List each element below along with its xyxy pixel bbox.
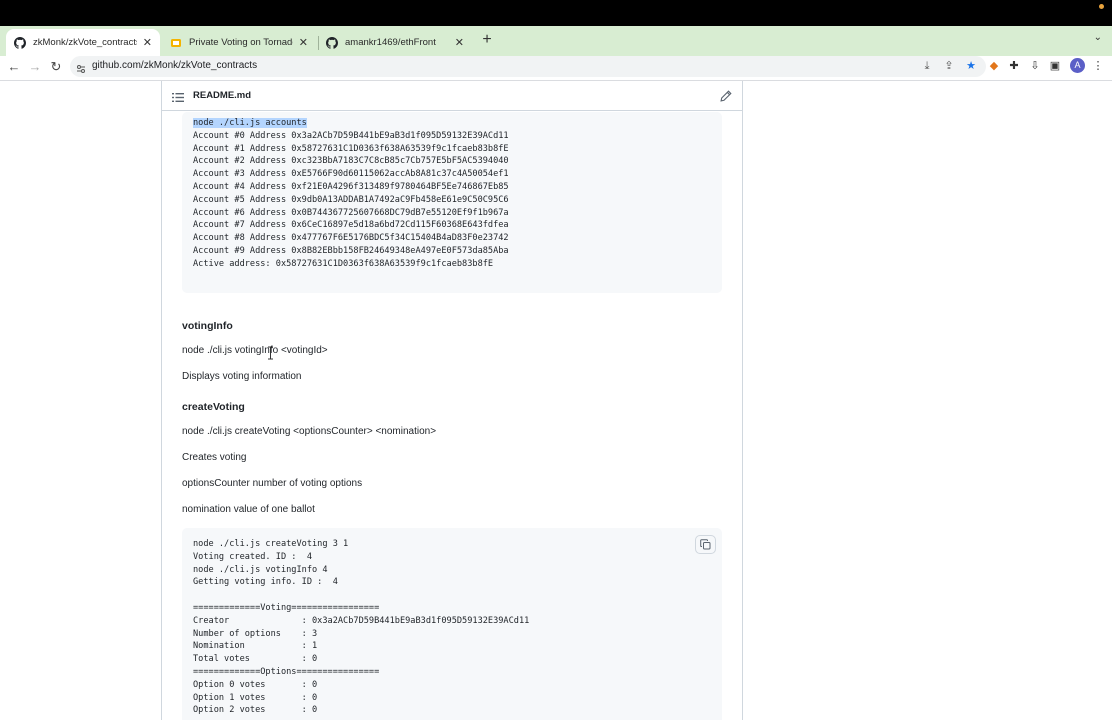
address-bar[interactable]: github.com/zkMonk/zkVote_contracts ⤓ ⇪ ★	[70, 56, 986, 77]
tab-private-voting[interactable]: Private Voting on Tornado Ca ✕	[162, 29, 316, 56]
code-line: Option 1 votes : 0	[193, 692, 318, 703]
github-icon	[14, 36, 26, 49]
code-line: Total votes : 0	[193, 654, 318, 665]
menu-kebab-icon[interactable]: ⋮	[1091, 59, 1105, 73]
code-line: node ./cli.js createVoting 3 1	[193, 539, 349, 549]
section-heading-createvoting: createVoting	[182, 401, 245, 413]
param-options-counter: optionsCounter number of voting options	[182, 478, 363, 489]
code-line: Active address: 0x58727631C1D0363f638A63…	[193, 258, 494, 269]
code-block-create-voting: node ./cli.js createVoting 3 1 Voting cr…	[182, 528, 722, 720]
status-dot	[1099, 4, 1104, 9]
code-line: Account #3 Address 0xE5766F90d60115062ac…	[193, 169, 509, 180]
forward-icon[interactable]: →	[26, 58, 44, 76]
code-line: Account #6 Address 0x0B744367725607668DC…	[193, 207, 509, 218]
share-icon[interactable]: ⇪	[942, 59, 956, 73]
selected-text: node ./cli.js accounts	[193, 118, 307, 128]
createvoting-command: node ./cli.js createVoting <optionsCount…	[182, 426, 437, 437]
copy-icon	[700, 539, 711, 550]
extensions-icon[interactable]: ✚	[1007, 59, 1021, 73]
os-menu-bar	[0, 0, 1112, 26]
tab-label: amankr1469/ethFront	[345, 37, 436, 48]
code-line: Voting created. ID : 4	[193, 551, 312, 562]
code-line: =============Options================	[193, 667, 380, 677]
votinginfo-description: Displays voting information	[182, 371, 302, 382]
readme-header: README.md	[162, 81, 742, 111]
url-text: github.com/zkMonk/zkVote_contracts	[92, 60, 258, 71]
readme-filename: README.md	[193, 90, 252, 101]
code-line: Account #7 Address 0x6CeC16897e5d18a6bd7…	[193, 220, 509, 231]
code-block-accounts: node ./cli.js accounts Account #0 Addres…	[182, 112, 722, 293]
slides-icon	[170, 37, 182, 49]
code-line: node ./cli.js votingInfo 4	[193, 564, 328, 575]
section-heading-votinginfo: votingInfo	[182, 320, 233, 332]
createvoting-description: Creates voting	[182, 452, 247, 463]
code-line: Option 2 votes : 0	[193, 705, 318, 716]
code-line: Getting voting info. ID : 4	[193, 577, 338, 588]
code-line: Account #1 Address 0x58727631C1D0363f638…	[193, 143, 509, 154]
bookmark-star-icon[interactable]: ★	[964, 59, 978, 73]
close-icon[interactable]: ✕	[299, 36, 308, 49]
code-line: Number of options : 3	[193, 628, 318, 639]
download-icon[interactable]: ⇩	[1028, 59, 1042, 73]
code-line: Option 0 votes : 0	[193, 679, 318, 690]
back-icon[interactable]: ←	[5, 58, 23, 76]
install-icon[interactable]: ⤓	[920, 59, 934, 73]
code-line: Account #2 Address 0xc323BbA7183C7C8cB85…	[193, 156, 509, 167]
code-line: node ./cli.js accounts	[193, 117, 307, 130]
reload-icon[interactable]: ↻	[47, 58, 65, 76]
chevron-down-icon[interactable]: ⌄	[1094, 32, 1102, 43]
text-cursor-icon	[267, 346, 274, 360]
outline-list-icon[interactable]	[172, 90, 184, 108]
new-tab-button[interactable]: +	[479, 29, 495, 51]
site-info-icon[interactable]	[76, 61, 86, 79]
code-line: Account #8 Address 0x477767F6E5176BDC5f3…	[193, 233, 509, 244]
code-line: Creator : 0x3a2ACb7D59B441bE9aB3d1f095D5…	[193, 615, 530, 626]
param-nomination: nomination value of one ballot	[182, 504, 315, 515]
copy-button[interactable]	[695, 535, 716, 554]
votinginfo-command: node ./cli.js votingInfo <votingId>	[182, 345, 328, 356]
tab-ethfront[interactable]: amankr1469/ethFront ✕	[318, 29, 472, 56]
side-panel-icon[interactable]: ▣	[1048, 59, 1062, 73]
tab-zkvote-contracts[interactable]: zkMonk/zkVote_contracts ✕	[6, 29, 160, 56]
code-line: Account #4 Address 0xf21E0A4296f313489f9…	[193, 182, 509, 192]
tab-label: Private Voting on Tornado Ca	[189, 37, 293, 48]
profile-avatar[interactable]: A	[1070, 58, 1085, 73]
pencil-icon[interactable]	[720, 89, 732, 107]
github-icon	[326, 36, 338, 49]
close-icon[interactable]: ✕	[143, 36, 152, 49]
metamask-icon[interactable]: ◆	[987, 59, 1001, 73]
code-line: Account #0 Address 0x3a2ACb7D59B441bE9aB…	[193, 130, 509, 141]
code-line: Account #9 Address 0x8B82EBbb158FB246493…	[193, 246, 509, 256]
close-icon[interactable]: ✕	[455, 36, 464, 49]
browser-toolbar: ← → ↻ github.com/zkMonk/zkVote_contracts…	[0, 56, 1112, 78]
tab-strip: zkMonk/zkVote_contracts ✕ Private Voting…	[0, 26, 1112, 56]
code-line: Account #5 Address 0x9db0A13ADDAB1A7492a…	[193, 194, 509, 205]
code-line: Nomination : 1	[193, 641, 318, 652]
readme-panel: README.md node ./cli.js accounts Account…	[161, 81, 743, 720]
tab-label: zkMonk/zkVote_contracts	[33, 37, 137, 48]
code-line: =============Voting=================	[193, 603, 380, 613]
